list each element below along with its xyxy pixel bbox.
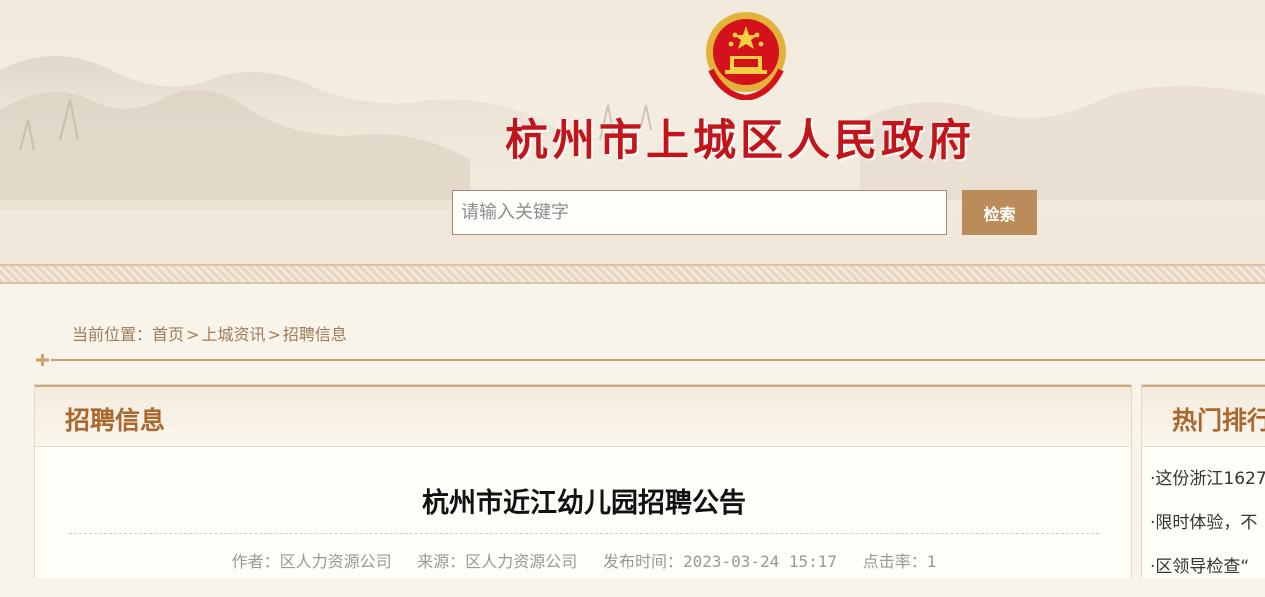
search-button[interactable]: 检索 (962, 190, 1037, 235)
breadcrumb: 当前位置：首页 > 上城资讯 > 招聘信息 (72, 321, 347, 345)
list-item: ·区领导检查“ (1150, 553, 1265, 597)
breadcrumb-home-link[interactable]: 首页 (152, 325, 184, 344)
hot-ranking-panel: 热门排行 ·这份浙江1627 ·限时体验，不 ·区领导检查“ (1141, 384, 1265, 578)
ornament-divider (36, 354, 1265, 366)
article-title: 杭州市近江幼儿园招聘公告 (422, 488, 746, 519)
hot-ranking-link[interactable]: ·区领导检查“ (1150, 557, 1249, 577)
breadcrumb-jobs-link[interactable]: 招聘信息 (283, 325, 347, 344)
section-title: 招聘信息 (65, 406, 166, 435)
national-emblem-icon (706, 12, 786, 100)
article-panel: 招聘信息 杭州市近江幼儿园招聘公告 作者：区人力资源公司 来源：区人力资源公司 … (34, 384, 1132, 578)
hot-ranking-link[interactable]: ·这份浙江1627 (1150, 469, 1265, 489)
article-author: 作者：区人力资源公司 (231, 552, 392, 571)
hot-ranking-list: ·这份浙江1627 ·限时体验，不 ·区领导检查“ (1150, 465, 1265, 597)
search-input[interactable] (452, 190, 947, 235)
article-hits: 点击率：1 (862, 552, 937, 571)
breadcrumb-news-link[interactable]: 上城资讯 (201, 325, 265, 344)
hot-ranking-link[interactable]: ·限时体验，不 (1150, 513, 1257, 533)
article-source: 来源：区人力资源公司 (417, 552, 578, 571)
hot-ranking-header: 热门排行 (1142, 385, 1265, 447)
article-meta: 作者：区人力资源公司 来源：区人力资源公司 发布时间：2023-03-24 15… (35, 548, 1133, 572)
hot-ranking-title: 热门排行 (1172, 406, 1265, 435)
list-item: ·限时体验，不 (1150, 509, 1265, 553)
article-panel-header: 招聘信息 (35, 385, 1131, 447)
ornament-icon (36, 354, 49, 366)
site-header: 杭州市上城区人民政府 检索 (0, 0, 1265, 268)
list-item: ·这份浙江1627 (1150, 465, 1265, 509)
article-divider (69, 533, 1099, 534)
breadcrumb-separator: > (267, 325, 281, 344)
breadcrumb-separator: > (186, 325, 200, 344)
article-published-time: 发布时间：2023-03-24 15:17 (602, 552, 838, 571)
breadcrumb-prefix: 当前位置： (72, 325, 153, 344)
site-title: 杭州市上城区人民政府 (505, 116, 975, 166)
header-decorative-border (0, 264, 1265, 284)
